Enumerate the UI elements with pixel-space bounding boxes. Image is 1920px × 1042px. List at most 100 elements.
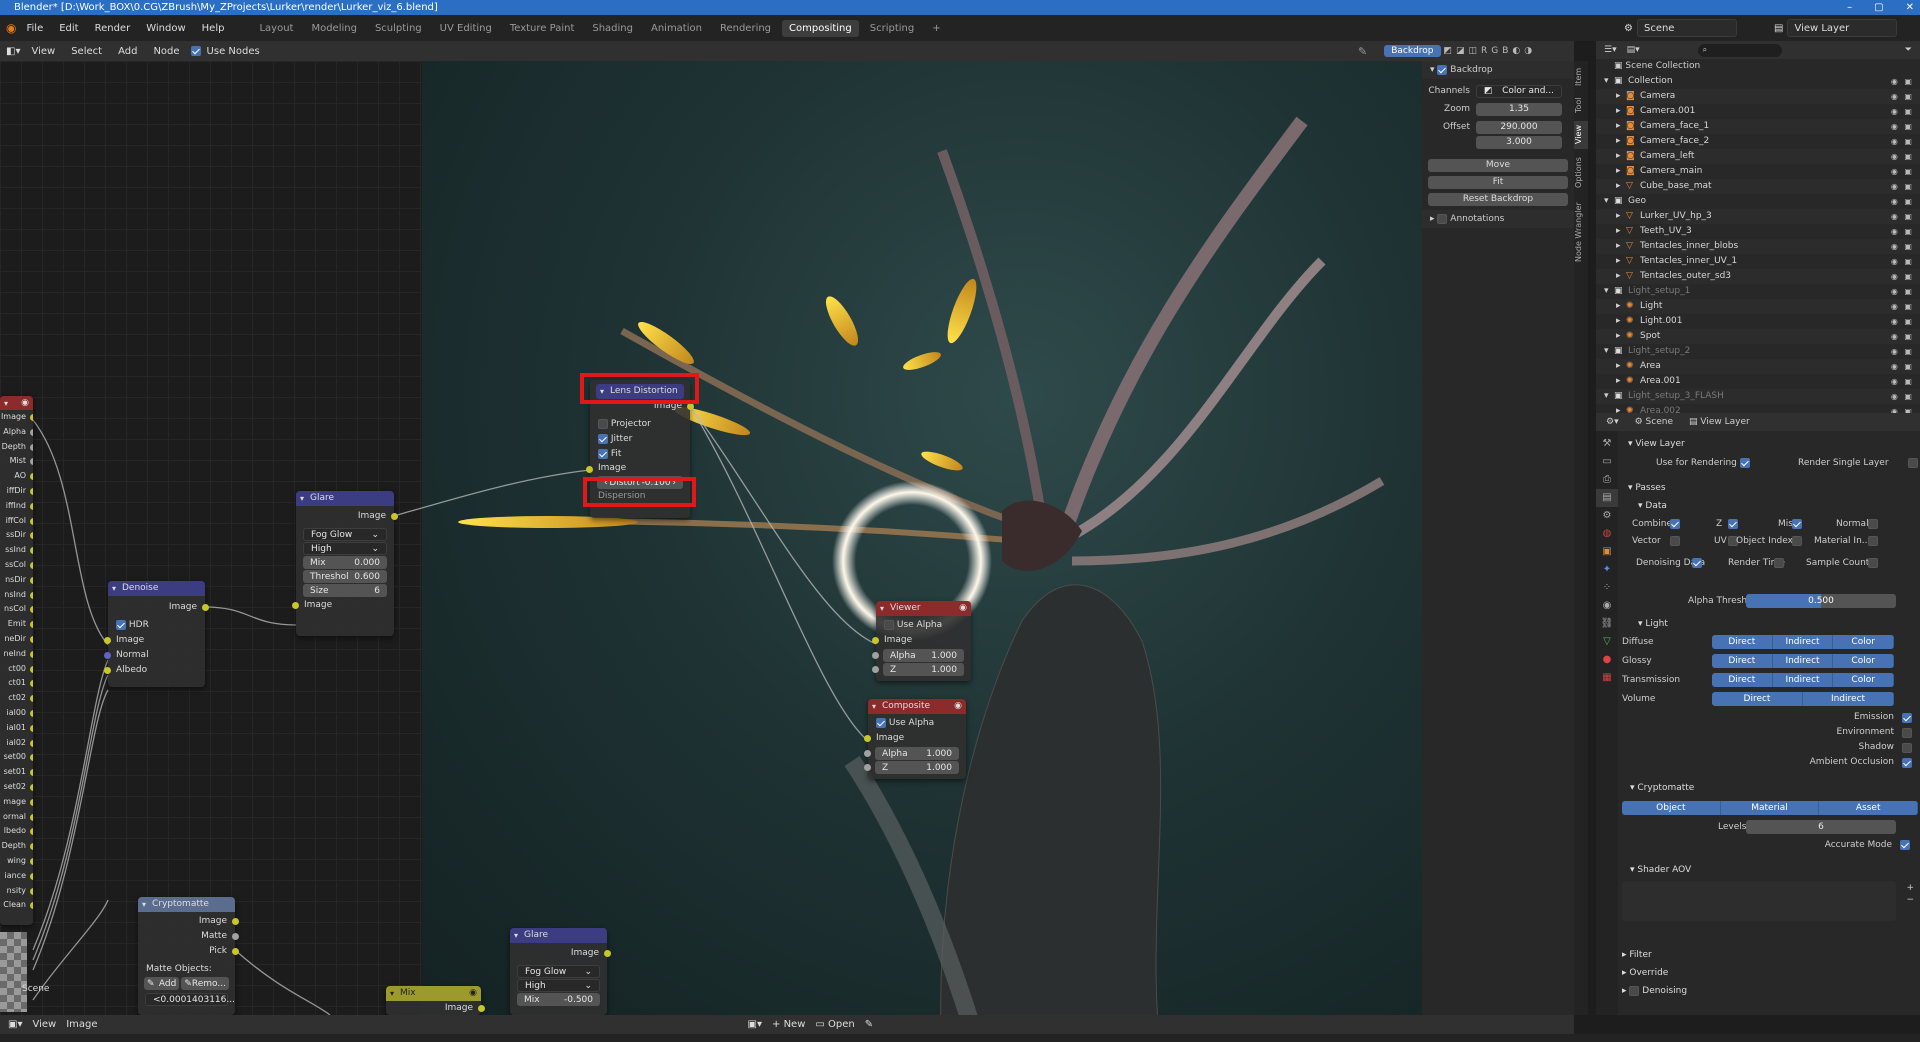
ambient-occlusion-checkbox[interactable] bbox=[1902, 758, 1912, 768]
render-single-layer-checkbox[interactable] bbox=[1908, 458, 1918, 468]
denoise-albedo-socket[interactable] bbox=[104, 667, 111, 674]
render-layer-output-socket[interactable] bbox=[30, 473, 33, 481]
lens-output-socket[interactable] bbox=[687, 403, 694, 410]
add-workspace-icon[interactable]: + bbox=[925, 20, 947, 37]
visibility-icon[interactable]: ◉ ▣ bbox=[1891, 374, 1914, 389]
viewer-header[interactable]: Viewer ◉ bbox=[876, 601, 971, 616]
render-layer-output-socket[interactable] bbox=[30, 872, 33, 880]
crypto-object-toggle[interactable]: Object bbox=[1622, 801, 1721, 815]
chevron-right-icon[interactable]: ▸ bbox=[1616, 104, 1621, 119]
visibility-icon[interactable]: ◉ ▣ bbox=[1891, 224, 1914, 239]
channel-icons[interactable]: ◩◪◫RGB◐◑ bbox=[1444, 46, 1537, 56]
visibility-icon[interactable]: ◉ ▣ bbox=[1891, 389, 1914, 404]
visibility-icon[interactable]: ◉ ▣ bbox=[1891, 299, 1914, 314]
sidebar-tab-options[interactable]: Options bbox=[1574, 153, 1588, 193]
render-layer-output-socket[interactable] bbox=[30, 887, 33, 895]
crypto-remove-button[interactable]: ✎ Remo... bbox=[181, 977, 229, 990]
workspace-tab-layout[interactable]: Layout bbox=[252, 20, 300, 37]
visibility-icon[interactable]: ◉ ▣ bbox=[1891, 329, 1914, 344]
image-browse-icon[interactable]: ▣▾ bbox=[748, 1019, 762, 1030]
viewer-alpha-socket[interactable] bbox=[872, 652, 879, 659]
chevron-right-icon[interactable]: ▸ bbox=[1616, 329, 1621, 344]
cryptomatte-header[interactable]: Cryptomatte bbox=[138, 897, 235, 912]
reset-backdrop-button[interactable]: Reset Backdrop bbox=[1428, 193, 1568, 206]
render-layer-output-socket[interactable] bbox=[30, 487, 33, 495]
shader-aov-header[interactable]: ▾ Shader AOV bbox=[1618, 861, 1920, 879]
visibility-icon[interactable]: ◉ ▣ bbox=[1891, 404, 1914, 413]
chevron-right-icon[interactable]: ▸ bbox=[1616, 164, 1621, 179]
editor-type-icon[interactable]: ◧▾ bbox=[6, 46, 20, 57]
chevron-right-icon[interactable]: ▸ bbox=[1616, 374, 1621, 389]
workspace-tab-uv-editing[interactable]: UV Editing bbox=[433, 20, 499, 37]
render-layer-output-socket[interactable] bbox=[30, 857, 33, 865]
glare-output-socket[interactable] bbox=[391, 513, 398, 520]
visibility-icon[interactable]: ◉ ▣ bbox=[1891, 254, 1914, 269]
denoising-data-checkbox[interactable] bbox=[1692, 558, 1702, 568]
remove-aov-icon[interactable]: − bbox=[1906, 895, 1914, 905]
visibility-icon[interactable]: ◉ ▣ bbox=[1891, 239, 1914, 254]
diffuse-direct-toggle[interactable]: Direct bbox=[1712, 635, 1773, 649]
render-layer-output-socket[interactable] bbox=[30, 517, 33, 525]
denoise-normal-socket[interactable] bbox=[104, 652, 111, 659]
render-layer-output-socket[interactable] bbox=[30, 724, 33, 732]
mix-node[interactable]: Mix ◉ Image bbox=[386, 986, 485, 1015]
render-layer-output-socket[interactable] bbox=[30, 621, 33, 629]
chevron-right-icon[interactable]: ▸ bbox=[1616, 119, 1621, 134]
menu-window[interactable]: Window bbox=[140, 21, 191, 36]
light-subsection-header[interactable]: ▾ Light bbox=[1618, 615, 1920, 633]
pin-icon[interactable]: ✎ bbox=[1358, 45, 1367, 58]
outliner-row[interactable]: ▸ ▽ Lurker_UV_hp_3 ◉ ▣ bbox=[1596, 209, 1920, 224]
chevron-right-icon[interactable]: ▸ bbox=[1616, 404, 1621, 413]
maximize-icon[interactable]: ▢ bbox=[1874, 0, 1883, 15]
channels-dropdown[interactable]: ◩ Color and... bbox=[1476, 84, 1562, 98]
chevron-down-icon[interactable]: ▾ bbox=[1604, 194, 1609, 209]
glare-quality-dropdown[interactable]: High ⌄ bbox=[303, 542, 387, 555]
render-layer-output-socket[interactable] bbox=[30, 561, 33, 569]
chevron-right-icon[interactable]: ▸ bbox=[1616, 224, 1621, 239]
display-mode-icon[interactable]: ▤▾ bbox=[1627, 45, 1640, 55]
sidebar-tab-item[interactable]: Item bbox=[1574, 65, 1588, 89]
glossy-color-toggle[interactable]: Color bbox=[1833, 654, 1894, 668]
lens-jitter-checkbox[interactable] bbox=[598, 433, 608, 444]
glare2-quality-dropdown[interactable]: High ⌄ bbox=[517, 979, 600, 992]
transmission-color-toggle[interactable]: Color bbox=[1833, 673, 1894, 687]
cryptomatte-node[interactable]: Cryptomatte Image Matte Pick Matte Objec… bbox=[138, 897, 239, 1015]
filter-section-header[interactable]: ▸ Filter bbox=[1596, 946, 1920, 964]
outliner-row[interactable]: ▸ ▽ Cube_base_mat ◉ ▣ bbox=[1596, 179, 1920, 194]
outliner-row[interactable]: ▾ ▣ Collection ◉ ▣ bbox=[1596, 74, 1920, 89]
denoise-header[interactable]: Denoise bbox=[108, 581, 205, 596]
crypto-image-socket[interactable] bbox=[232, 918, 239, 925]
menu-file[interactable]: File bbox=[20, 21, 49, 36]
viewer-image-socket[interactable] bbox=[872, 637, 879, 644]
volume-direct-toggle[interactable]: Direct bbox=[1712, 692, 1803, 706]
chevron-right-icon[interactable]: ▸ bbox=[1616, 299, 1621, 314]
outliner-row[interactable]: ▸ ◙ Camera_face_1 ◉ ▣ bbox=[1596, 119, 1920, 134]
fit-button[interactable]: Fit bbox=[1428, 176, 1568, 189]
glare-input-socket[interactable] bbox=[292, 602, 299, 609]
denoising-checkbox[interactable] bbox=[1629, 985, 1640, 996]
outliner-row[interactable]: ▸ ◙ Camera_main ◉ ▣ bbox=[1596, 164, 1920, 179]
denoise-output-socket[interactable] bbox=[202, 604, 209, 611]
use-nodes-checkbox[interactable] bbox=[190, 46, 201, 56]
view-layer-section-header[interactable]: ▾ View Layer bbox=[1618, 435, 1920, 453]
visibility-icon[interactable]: ◉ ▣ bbox=[1891, 134, 1914, 149]
render-layer-output-socket[interactable] bbox=[30, 798, 33, 806]
texture-tab-icon[interactable]: ▦ bbox=[1596, 669, 1618, 687]
composite-z-socket[interactable] bbox=[864, 764, 871, 771]
backdrop-button[interactable]: Backdrop bbox=[1384, 45, 1441, 57]
outliner-row[interactable]: ▸ ✺ Light.001 ◉ ▣ bbox=[1596, 314, 1920, 329]
chevron-down-icon[interactable]: ▾ bbox=[1604, 344, 1609, 359]
composite-header[interactable]: Composite ◉ bbox=[868, 699, 966, 714]
glare-size-field[interactable]: Size 6 bbox=[303, 584, 387, 597]
zoom-field[interactable]: 1.35 bbox=[1476, 102, 1562, 116]
modifier-tab-icon[interactable]: ✦ bbox=[1596, 561, 1618, 579]
transmission-indirect-toggle[interactable]: Indirect bbox=[1772, 673, 1834, 687]
z-pass-checkbox[interactable] bbox=[1728, 519, 1738, 529]
physics-tab-icon[interactable]: ◉ bbox=[1596, 597, 1618, 615]
visibility-icon[interactable]: ◉ ▣ bbox=[1891, 359, 1914, 374]
visibility-icon[interactable]: ◉ ▣ bbox=[1891, 344, 1914, 359]
glossy-direct-toggle[interactable]: Direct bbox=[1712, 654, 1773, 668]
visibility-icon[interactable]: ◉ ▣ bbox=[1891, 164, 1914, 179]
outliner-row[interactable]: ▸ ◙ Camera.001 ◉ ▣ bbox=[1596, 104, 1920, 119]
workspace-tab-sculpting[interactable]: Sculpting bbox=[368, 20, 429, 37]
